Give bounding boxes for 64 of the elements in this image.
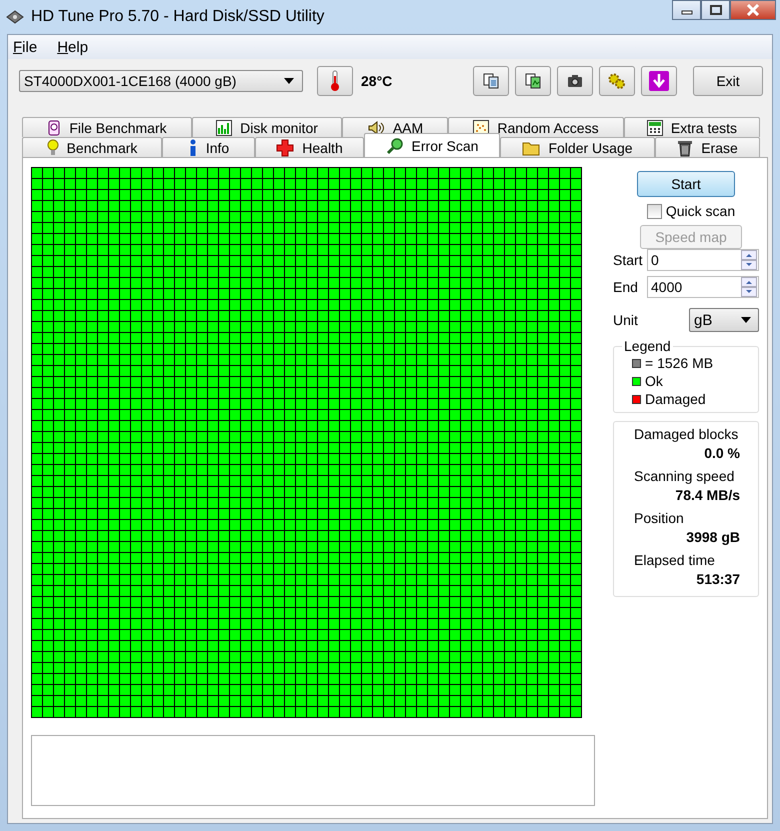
spin-arrows-icon[interactable]: [741, 277, 757, 297]
magnifier-icon: [386, 136, 404, 154]
caret-icon: [741, 317, 751, 323]
tab[interactable]: Erase: [655, 137, 760, 157]
stat-value: 78.4 MB/s: [674, 487, 740, 505]
close-icon: [746, 4, 760, 16]
close-button[interactable]: [730, 0, 776, 20]
toolbar-button[interactable]: [557, 66, 593, 96]
spin-arrows-icon[interactable]: [741, 250, 757, 270]
field-label: End: [613, 279, 639, 295]
legend-label: Ok: [645, 373, 663, 389]
trash-icon: [677, 138, 694, 156]
caret-icon: [284, 78, 294, 84]
quick-scan-checkbox[interactable]: Quick scan: [646, 203, 736, 219]
stat-label: Elapsed time: [634, 552, 716, 570]
download-icon: [648, 70, 670, 92]
field-label: Start: [613, 252, 644, 268]
legend-label: Damaged: [645, 391, 706, 407]
tab[interactable]: Folder Usage: [500, 137, 655, 157]
maximize-button[interactable]: [701, 0, 730, 20]
tab[interactable]: File Benchmark: [22, 117, 192, 137]
stat-value: 0.0 %: [703, 445, 740, 463]
tab[interactable]: Error Scan: [364, 133, 500, 157]
start-button[interactable]: Start: [637, 171, 735, 197]
documents-icon: [483, 73, 499, 89]
cross-icon: [276, 138, 294, 156]
toolbar-button[interactable]: [473, 66, 509, 96]
tab[interactable]: Info: [162, 137, 255, 157]
group-title: Legend: [623, 338, 672, 354]
temperature-reading: 28°C: [361, 73, 392, 89]
documents-icon: [525, 73, 541, 89]
stat-label: Position: [634, 510, 685, 528]
bar-chart-icon: [216, 120, 232, 136]
lightbulb-icon: [46, 138, 59, 156]
unit-dropdown[interactable]: gB: [689, 308, 759, 332]
field-label: Unit: [613, 312, 639, 328]
number-field[interactable]: 0: [647, 249, 759, 271]
drive-dropdown[interactable]: ST4000DX001-1CE168 (4000 gB): [19, 70, 303, 92]
calculator-icon: [646, 120, 663, 136]
checkbox[interactable]: [646, 204, 662, 218]
stat-value: 513:37: [695, 571, 740, 589]
exit-button[interactable]: Exit: [693, 66, 763, 96]
stat-label: Scanning speed: [634, 468, 736, 486]
minimize-button[interactable]: [672, 0, 701, 20]
thermometer-icon: [330, 70, 340, 92]
speaker-icon: [366, 120, 385, 136]
menu-item[interactable]: Help: [57, 38, 88, 56]
menu-item[interactable]: File: [13, 38, 38, 56]
camera-icon: [567, 74, 583, 88]
tab[interactable]: Extra tests: [624, 117, 760, 137]
maximize-icon: [710, 5, 722, 15]
temperature-button[interactable]: [317, 66, 353, 96]
tab[interactable]: Disk monitor: [192, 117, 342, 137]
tab[interactable]: Random Access: [448, 117, 624, 137]
window-title: HD Tune Pro 5.70 - Hard Disk/SSD Utility: [31, 8, 324, 26]
stat-label: Damaged blocks: [634, 426, 740, 444]
info-icon: [188, 138, 198, 156]
stat-value: 3998 gB: [685, 529, 740, 547]
tab[interactable]: Benchmark: [22, 137, 162, 157]
legend-label: = 1526 MB: [645, 355, 714, 371]
gears-icon: [608, 73, 626, 89]
number-field[interactable]: 4000: [647, 276, 759, 298]
toolbar-button[interactable]: [515, 66, 551, 96]
tab[interactable]: Health: [255, 137, 364, 157]
